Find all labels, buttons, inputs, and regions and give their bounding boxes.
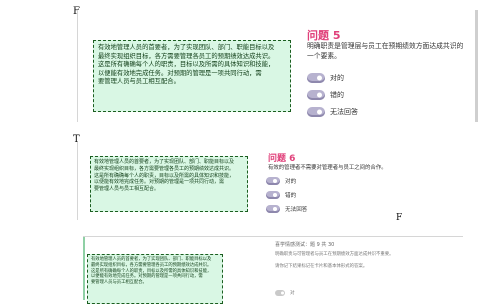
option-true-2[interactable]: 对的 [266, 177, 296, 185]
note-1-line: 有效地管理人员的首要者，为了实现团队、部门、职能目标以及 [98, 44, 275, 51]
note-2-line: 要管理人员与员工相互配合。 [94, 186, 160, 192]
option-label: 对的 [330, 74, 344, 82]
option-false-1[interactable]: 错的 [307, 90, 344, 100]
panel-2-left-edge [77, 142, 78, 220]
question-5-prompt: 明确职责是管理层与员工在预期绩效方面达成共识的一个要素。 [307, 42, 464, 60]
panel-3-top-edge [83, 236, 463, 237]
option-label: 对 [290, 291, 295, 296]
question-5-title: 问题 5 [307, 29, 341, 42]
radio-pill-icon[interactable] [266, 205, 280, 213]
question-9-prompt-b: 请你记下结果标记在卡片和基本体形式的答案。 [275, 264, 368, 269]
note-2-line: 以便能有效地完成任务。对预期的管理是一项共同行动，需 [94, 179, 225, 186]
question-9-header: 喜学情感测试：题 9 共 30 [275, 242, 335, 248]
note-3-line: 有效地管理人员的首要者，为了实现团队、部门、职能目标以及 [91, 257, 212, 262]
note-2-line: 最终实现组织目标，各方需要管理各员工的预期绩效达成共识。 [94, 165, 235, 172]
option-true-3[interactable]: 对 [275, 290, 295, 296]
option-label: 无法回答 [285, 207, 308, 213]
option-true-1[interactable]: 对的 [307, 73, 344, 83]
option-label: 对的 [285, 179, 297, 185]
option-label: 无法回答 [330, 108, 358, 116]
question-6-prompt: 有效的管理者不需要对管理者与员工之间的合作。 [268, 165, 387, 171]
radio-pill-icon[interactable] [307, 73, 325, 83]
quiz-panel-1: 有效地管理人员的首要者，为了实现团队、部门、职能目标以及 最终实现组织目标，各方… [77, 10, 475, 122]
info-note-3: 有效地管理人员的首要者，为了实现团队、部门、职能目标以及 最终实现组织目标，各方… [87, 254, 223, 304]
note-3-line: 要管理人员与员工相互配合。 [91, 280, 147, 286]
note-1-line: 最终实现组织目标，各方需要管理各员工的预期绩效达成共识。 [98, 52, 275, 60]
note-1-line: 以便能有效地完成任务。对预期的管理是一项共同行动，需 [98, 69, 262, 77]
option-label: 错的 [330, 91, 344, 99]
question-9-prompt-a: 明确职责与可管理者与员工在预期绩效方面达成共识不重要。 [275, 252, 394, 257]
radio-pill-icon[interactable] [307, 90, 325, 100]
radio-pill-icon[interactable] [307, 107, 325, 117]
option-label: 错的 [285, 193, 297, 199]
note-2-line: 有效地管理人员的首要者，为了实现团队、部门、职能目标以及 [94, 159, 235, 165]
marker-f-right: F [396, 213, 403, 223]
radio-pill-icon[interactable] [266, 191, 280, 199]
info-note-1: 有效地管理人员的首要者，为了实现团队、部门、职能目标以及 最终实现组织目标，各方… [93, 40, 291, 112]
panel-1-left-edge [77, 10, 78, 122]
option-unknown-2[interactable]: 无法回答 [266, 205, 307, 213]
panel-3-left-edge [83, 236, 85, 300]
quiz-panel-3: 有效地管理人员的首要者，为了实现团队、部门、职能目标以及 最终实现组织目标，各方… [83, 232, 463, 304]
note-1-line: 这是所有确确每个人的职责，目标以及所需的具体知识和技能， [98, 61, 275, 68]
note-1-line: 要管理人员与员工相互配合。 [98, 78, 180, 85]
radio-pill-icon[interactable] [266, 177, 280, 185]
option-unknown-1[interactable]: 无法回答 [307, 107, 358, 117]
radio-pill-icon[interactable] [275, 290, 285, 296]
option-false-2[interactable]: 错的 [266, 191, 296, 199]
quiz-panel-2: 有效地管理人员的首要者，为了实现团队、部门、职能目标以及 最终实现组织目标，各方… [77, 142, 397, 220]
note-3-line: 最终实现组织目标，各方需要管理各员工的预期绩效达成共识。 [91, 262, 212, 268]
info-note-2: 有效地管理人员的首要者，为了实现团队、部门、职能目标以及 最终实现组织目标，各方… [90, 156, 248, 212]
